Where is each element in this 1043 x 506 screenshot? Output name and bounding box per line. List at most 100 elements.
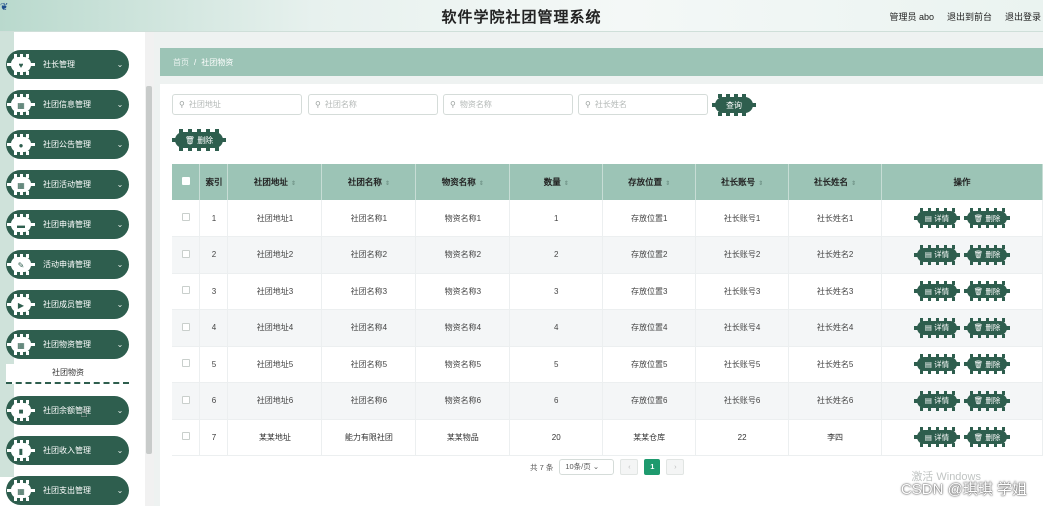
row-checkbox[interactable] bbox=[172, 382, 201, 420]
delete-button[interactable]: 🗑 删除 bbox=[964, 208, 1011, 228]
delete-button[interactable]: 🗑 删除 bbox=[964, 317, 1011, 338]
col-index: 索引 bbox=[199, 164, 229, 200]
table-cell: 物资名称2 bbox=[415, 236, 511, 274]
detail-button[interactable]: ▤ 详情 bbox=[914, 208, 961, 228]
delete-button[interactable]: 🗑 删除 bbox=[964, 281, 1011, 302]
table-row[interactable]: 3 社团地址3 社团名称3 物资名称3 3 存放位置3 社长账号3 社长姓名3 ▤ 详情 🗑 删除 bbox=[172, 273, 1043, 310]
submenu-item-club-supplies[interactable]: 社团物资 bbox=[6, 364, 129, 384]
table-cell: 22 bbox=[695, 419, 790, 456]
col-supply-name[interactable]: 物资名称 ⇕ bbox=[415, 164, 511, 200]
select-all-checkbox[interactable] bbox=[172, 164, 201, 200]
document-icon: ▤ bbox=[924, 250, 933, 260]
detail-button[interactable]: ▤ 详情 bbox=[914, 244, 961, 265]
sidebar-item[interactable]: ▦ 社团支出管理 ⌄ bbox=[6, 476, 129, 505]
gear-icon: ● bbox=[5, 133, 37, 156]
table-row[interactable]: 7 某某地址 能力有限社团 某某物品 20 某某仓库 22 李四 ▤ 详情 🗑 删除 bbox=[172, 419, 1043, 456]
trash-icon: 🗑 bbox=[184, 135, 195, 145]
sidebar-item[interactable]: ▬ 社团申请管理 ⌄ bbox=[6, 210, 129, 239]
search-club-address[interactable]: ⚲ 社团地址 bbox=[172, 94, 302, 115]
table-cell: 物资名称5 bbox=[415, 346, 511, 383]
sidebar-item[interactable]: ▦ 社团活动管理 ⌄ bbox=[6, 170, 129, 199]
chevron-down-icon: ⌄ bbox=[116, 406, 124, 415]
svg-text:●: ● bbox=[19, 141, 24, 150]
row-checkbox[interactable] bbox=[172, 200, 201, 237]
table-cell: 物资名称3 bbox=[415, 273, 511, 310]
sidebar-item[interactable]: ■ 社团余额管理 ⌄ bbox=[6, 396, 129, 425]
delete-button[interactable]: 🗑 删除 bbox=[964, 427, 1011, 448]
table-row[interactable]: 1 社团地址1 社团名称1 物资名称1 1 存放位置1 社长账号1 社长姓名1 ▤ 详情 🗑 删除 bbox=[172, 200, 1043, 237]
gear-icon: ♥ bbox=[5, 53, 37, 76]
page-size-select[interactable]: 10条/页 ⌄ bbox=[559, 459, 615, 475]
delete-button[interactable]: 🗑 删除 bbox=[964, 390, 1011, 411]
sort-icon[interactable]: ⇕ bbox=[851, 181, 856, 187]
current-user: 管理员 abo bbox=[889, 12, 934, 22]
sidebar-item[interactable]: ● 社团公告管理 ⌄ bbox=[6, 130, 129, 159]
sidebar-scrollbar[interactable] bbox=[146, 86, 152, 454]
table-row[interactable]: 2 社团地址2 社团名称2 物资名称2 2 存放位置2 社长账号2 社长姓名2 ▤ 详情 🗑 删除 bbox=[172, 236, 1043, 274]
col-president-name[interactable]: 社长姓名 ⇕ bbox=[788, 164, 883, 200]
row-checkbox[interactable] bbox=[172, 309, 201, 347]
row-checkbox[interactable] bbox=[172, 273, 201, 310]
table-cell: 某某地址 bbox=[227, 419, 323, 456]
search-president-name[interactable]: ⚲ 社长姓名 bbox=[578, 94, 708, 115]
table-cell: 存放位置2 bbox=[602, 236, 697, 274]
sort-icon[interactable]: ⇕ bbox=[385, 181, 390, 187]
svg-text:▦: ▦ bbox=[17, 181, 25, 190]
sort-icon[interactable]: ⇕ bbox=[479, 181, 484, 187]
col-quantity[interactable]: 数量 ⇕ bbox=[509, 164, 604, 200]
trash-icon: 🗑 bbox=[973, 396, 984, 406]
detail-button[interactable]: ▤ 详情 bbox=[914, 390, 961, 411]
sidebar-item[interactable]: ▮ 社团收入管理 ⌄ bbox=[6, 436, 129, 465]
sort-icon[interactable]: ⇕ bbox=[665, 181, 670, 187]
chevron-down-icon: ⌄ bbox=[592, 462, 600, 471]
table-cell: 存放位置5 bbox=[602, 346, 697, 383]
col-club-address[interactable]: 社团地址 ⇕ bbox=[227, 164, 323, 200]
prev-page-button[interactable]: ‹ bbox=[620, 459, 639, 475]
gear-icon: ▦ bbox=[5, 479, 37, 502]
sort-icon[interactable]: ⇕ bbox=[564, 181, 569, 187]
col-club-name[interactable]: 社团名称 ⇕ bbox=[321, 164, 417, 200]
table-row[interactable]: 4 社团地址4 社团名称4 物资名称4 4 存放位置4 社长账号4 社长姓名4 ▤ 详情 🗑 删除 bbox=[172, 309, 1043, 347]
sort-icon[interactable]: ⇕ bbox=[758, 181, 763, 187]
table-cell: 20 bbox=[509, 419, 604, 456]
actions-cell: ▤ 详情 🗑 删除 bbox=[881, 309, 1043, 347]
search-supply-name[interactable]: ⚲ 物资名称 bbox=[443, 94, 573, 115]
svg-text:▶: ▶ bbox=[18, 301, 25, 310]
sidebar-item-label: 社长管理 bbox=[43, 60, 75, 69]
table-row[interactable]: 6 社团地址6 社团名称6 物资名称6 6 存放位置6 社长账号6 社长姓名6 ▤ 详情 🗑 删除 bbox=[172, 382, 1043, 420]
sidebar-item-label: 社团公告管理 bbox=[43, 140, 91, 149]
sidebar-item[interactable]: ✎ 活动申请管理 ⌄ bbox=[6, 250, 129, 279]
sidebar-item[interactable]: ▶ 社团成员管理 ⌄ bbox=[6, 290, 129, 319]
table-cell: 1 bbox=[509, 200, 604, 237]
row-checkbox[interactable] bbox=[172, 236, 201, 274]
sidebar-item[interactable]: ▦ 社团物资管理 ⌄ bbox=[6, 330, 129, 359]
breadcrumb-home[interactable]: 首页 bbox=[173, 57, 189, 68]
detail-button[interactable]: ▤ 详情 bbox=[914, 427, 961, 448]
delete-button[interactable]: 🗑 删除 bbox=[964, 244, 1011, 265]
bulk-delete-button[interactable]: 🗑 删除 bbox=[172, 129, 226, 151]
col-storage-location[interactable]: 存放位置 ⇕ bbox=[602, 164, 697, 200]
page-1-button[interactable]: 1 bbox=[644, 459, 661, 475]
sidebar-item-label: 社团信息管理 bbox=[43, 100, 91, 109]
sidebar-item-label: 社团收入管理 bbox=[43, 446, 91, 455]
table-cell: 1 bbox=[199, 200, 229, 237]
header-links: 管理员 abo 退出到前台 退出登录 bbox=[889, 10, 1041, 23]
detail-button[interactable]: ▤ 详情 bbox=[914, 281, 961, 302]
sidebar-item[interactable]: ♥ 社长管理 ⌄ bbox=[6, 50, 129, 79]
table-row[interactable]: 5 社团地址5 社团名称5 物资名称5 5 存放位置5 社长账号5 社长姓名5 ▤ 详情 🗑 删除 bbox=[172, 346, 1043, 383]
row-checkbox[interactable] bbox=[172, 419, 201, 456]
sidebar-item-label: 社团活动管理 bbox=[43, 180, 91, 189]
back-to-front-link[interactable]: 退出到前台 bbox=[947, 10, 992, 23]
delete-button[interactable]: 🗑 删除 bbox=[964, 354, 1011, 375]
search-icon: ⚲ bbox=[315, 100, 321, 109]
row-checkbox[interactable] bbox=[172, 346, 201, 383]
sidebar-item[interactable]: ▦ 社团信息管理 ⌄ bbox=[6, 90, 129, 119]
sort-icon[interactable]: ⇕ bbox=[291, 181, 296, 187]
search-club-name[interactable]: ⚲ 社团名称 bbox=[308, 94, 438, 115]
next-page-button[interactable]: › bbox=[666, 459, 685, 475]
detail-button[interactable]: ▤ 详情 bbox=[914, 354, 961, 375]
query-button[interactable]: 查询 bbox=[712, 94, 756, 116]
detail-button[interactable]: ▤ 详情 bbox=[914, 317, 961, 338]
col-president-account[interactable]: 社长账号 ⇕ bbox=[695, 164, 790, 200]
logout-link[interactable]: 退出登录 bbox=[1005, 10, 1041, 23]
